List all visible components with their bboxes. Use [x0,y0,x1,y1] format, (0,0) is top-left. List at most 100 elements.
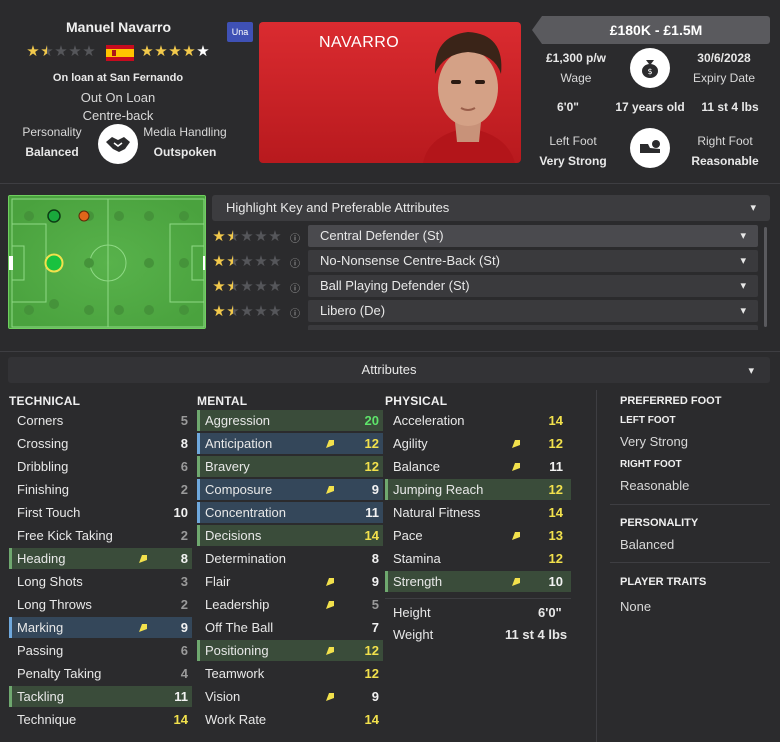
star-icon: ★ [254,228,268,245]
attribute-label: Penalty Taking [17,666,102,681]
attribute-value: 9 [371,689,379,704]
attribute-row[interactable]: Long Shots 3 [9,571,192,592]
attribute-row[interactable]: Work Rate 14 [197,709,383,730]
attribute-value: 11 [174,689,188,704]
attribute-row-key[interactable]: Bravery 12 [197,456,383,477]
chevron-down-icon: ▾ [750,202,756,214]
role-bar[interactable]: No-Nonsense Centre-Back (St) ▾ [308,250,758,272]
physical-title: PHYSICAL [385,394,448,408]
attribute-row-key[interactable]: Decisions 14 [197,525,383,546]
attribute-label: Determination [205,551,286,566]
player-card: NAVARRO [259,22,521,163]
star-icon: ★ [226,303,240,320]
attribute-row[interactable]: Teamwork 12 [197,663,383,684]
star-icon: ★ [212,278,226,295]
attribute-row[interactable]: Corners 5 [9,410,192,431]
attribute-row[interactable]: Pace 13 [385,525,571,546]
role-bar[interactable]: Central Defender (St) ▾ [308,225,758,247]
attribute-row[interactable]: Finishing 2 [9,479,192,500]
attribute-label: Heading [17,551,66,566]
attribute-row[interactable]: Leadership 5 [197,594,383,615]
star-icon: ★ [268,253,282,270]
arrow-up-icon [326,440,334,448]
attribute-row-key[interactable]: Strength 10 [385,571,571,592]
attribute-row[interactable]: Free Kick Taking 2 [9,525,192,546]
attribute-label: First Touch [17,505,81,520]
attribute-label: Aggression [205,413,271,428]
attribute-row-key[interactable]: Tackling 11 [9,686,192,707]
role-row[interactable]: ★ ★ ★ ★ ★ ⓘ Central Defender (St) ▾ [212,225,758,247]
role-label: Libero (De) [320,303,386,318]
info-icon[interactable]: ⓘ [290,255,300,270]
position-pitch[interactable] [8,195,206,329]
transfer-value[interactable]: £180K - £1.5M [542,22,770,38]
attribute-label: Anticipation [205,436,273,451]
attribute-row[interactable]: Dribbling 6 [9,456,192,477]
attribute-row[interactable]: Determination 8 [197,548,383,569]
left-foot-title: LEFT FOOT [620,415,676,426]
attributes-header[interactable]: Attributes ▾ [8,357,770,383]
role-bar[interactable]: Libero (De) ▾ [308,300,758,322]
personality-title: PERSONALITY [620,517,699,529]
attribute-label: Finishing [17,482,70,497]
club-badge[interactable]: Una [227,22,253,42]
player-traits-value: None [620,599,652,614]
role-row[interactable]: ★ ★ ★ ★ ★ ⓘ No-Nonsense Centre-Back (St) ▾ [212,250,758,272]
role-stars: ★ ★ ★ ★ ★ [212,229,282,244]
star-icon: ★ [240,253,254,270]
arrow-up-icon [326,486,334,494]
attribute-label: Long Shots [17,574,83,589]
player-status: Out On Loan [80,90,156,105]
info-icon[interactable]: ⓘ [290,305,300,320]
loan-status[interactable]: On loan at San Fernando [20,72,216,84]
attribute-row-key[interactable]: Jumping Reach 12 [385,479,571,500]
info-icon[interactable]: ⓘ [290,280,300,295]
attribute-row[interactable]: Stamina 12 [385,548,571,569]
attribute-row[interactable]: Flair 9 [197,571,383,592]
attribute-row[interactable]: Natural Fitness 14 [385,502,571,523]
star-icon: ★ [212,253,226,270]
attribute-label: Leadership [205,597,270,612]
attribute-row[interactable]: Penalty Taking 4 [9,663,192,684]
attribute-label: Pace [393,528,423,543]
attribute-row[interactable]: Technique 14 [9,709,192,730]
attribute-row[interactable]: Vision 9 [197,686,383,707]
attribute-label: Corners [17,413,64,428]
attribute-row-key[interactable]: Anticipation 12 [197,433,383,454]
attribute-row[interactable]: Passing 6 [9,640,192,661]
attribute-value: 9 [371,482,379,497]
attribute-row[interactable]: Agility 12 [385,433,571,454]
attribute-row-key[interactable]: Composure 9 [197,479,383,500]
attribute-row[interactable]: Long Throws 2 [9,594,192,615]
info-icon[interactable]: ⓘ [290,230,300,245]
role-row[interactable]: ★ ★ ★ ★ ★ ⓘ Ball Playing Defender (St) ▾ [212,275,758,297]
star-icon: ★ [268,303,282,320]
attribute-row[interactable]: Crossing 8 [9,433,192,454]
attribute-row[interactable]: Balance 11 [385,456,571,477]
attribute-label: Flair [205,574,231,589]
attribute-row-key[interactable]: Heading 8 [9,548,192,569]
player-name[interactable]: Manuel Navarro [66,19,171,35]
star-icon: ★ [212,303,226,320]
attribute-row-key[interactable]: Marking 9 [9,617,192,638]
attribute-row-key[interactable]: Concentration 11 [197,502,383,523]
wage-value: £1,300 p/w [545,51,607,65]
arrow-up-icon [326,693,334,701]
attribute-label: Natural Fitness [393,505,481,520]
right-foot-side-value: Reasonable [620,478,690,493]
attribute-row-key[interactable]: Positioning 12 [197,640,383,661]
attribute-row[interactable]: Off The Ball 7 [197,617,383,638]
attribute-value: 11 [549,459,563,474]
roles-scrollbar[interactable] [764,227,767,327]
attribute-row-key[interactable]: Aggression 20 [197,410,383,431]
attribute-row[interactable]: Acceleration 14 [385,410,571,431]
role-bar[interactable]: Ball Playing Defender (St) ▾ [308,275,758,297]
pitch-markings [9,196,205,328]
role-row[interactable]: ★ ★ ★ ★ ★ ⓘ Libero (De) ▾ [212,300,758,322]
attribute-label: Long Throws [17,597,92,612]
attribute-row[interactable]: First Touch 10 [9,502,192,523]
player-traits-title: PLAYER TRAITS [620,576,707,588]
roles-dropdown[interactable]: Highlight Key and Preferable Attributes … [212,195,770,221]
height-attr-value: 6'0" [538,605,562,620]
attribute-value: 6 [180,459,188,474]
